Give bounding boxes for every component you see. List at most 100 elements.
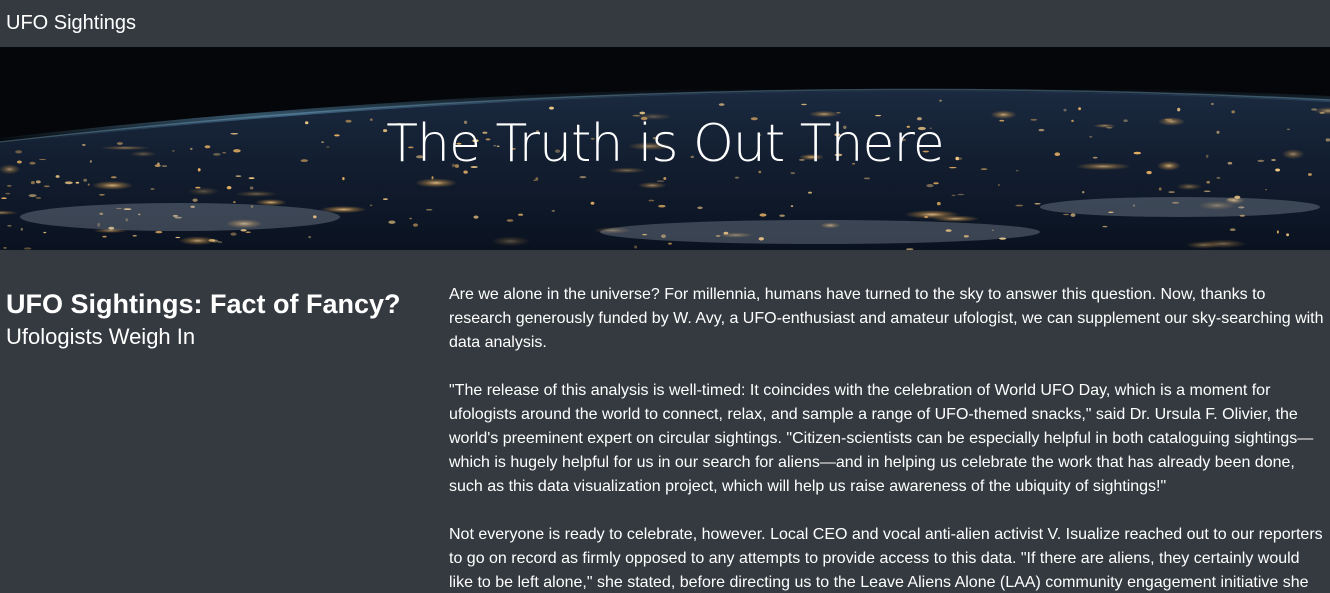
city-light	[255, 199, 287, 206]
city-light	[192, 198, 198, 202]
city-light	[233, 201, 236, 203]
city-light	[1276, 230, 1279, 234]
city-light	[83, 178, 88, 182]
city-light	[637, 182, 667, 189]
city-light	[28, 194, 37, 198]
city-light	[23, 247, 32, 250]
city-light	[388, 220, 396, 224]
city-light	[951, 194, 956, 197]
city-light	[936, 201, 941, 206]
navbar: UFO Sightings	[0, 0, 1330, 47]
city-light	[801, 103, 807, 106]
city-light	[779, 214, 785, 217]
city-light	[1199, 239, 1247, 248]
city-light	[1, 197, 7, 199]
city-light	[187, 187, 220, 196]
city-light	[1063, 108, 1067, 112]
city-light	[175, 236, 181, 239]
city-light	[110, 176, 117, 179]
city-light	[939, 99, 942, 102]
article-header: UFO Sightings: Fact of Fancy? Ufologists…	[0, 283, 449, 593]
article-body: Are we alone in the universe? For millen…	[449, 283, 1324, 593]
city-light	[549, 106, 554, 110]
city-light	[308, 235, 312, 239]
city-light	[43, 231, 47, 234]
city-light	[132, 234, 137, 237]
city-light	[697, 206, 703, 210]
city-light	[230, 232, 237, 236]
city-light	[506, 219, 514, 222]
city-light	[235, 175, 242, 177]
city-light	[248, 177, 255, 180]
city-light	[1286, 233, 1290, 237]
city-light	[35, 180, 41, 184]
city-light	[249, 186, 254, 190]
city-light	[926, 184, 934, 188]
city-light	[217, 241, 223, 243]
city-light	[20, 227, 23, 231]
article-paragraph: Are we alone in the universe? For millen…	[449, 286, 1324, 351]
city-light	[409, 217, 412, 220]
city-light	[590, 201, 595, 205]
city-light	[579, 176, 587, 179]
city-light	[1177, 107, 1181, 112]
city-light	[1070, 213, 1076, 217]
city-light	[75, 181, 80, 184]
city-light	[7, 224, 12, 227]
city-light	[382, 198, 388, 201]
city-light	[5, 192, 11, 195]
city-light	[535, 177, 539, 181]
city-light	[35, 197, 42, 199]
city-light	[1311, 108, 1318, 111]
city-light	[658, 204, 666, 208]
city-light	[1265, 189, 1268, 191]
city-light	[931, 215, 980, 222]
city-light	[3, 247, 7, 249]
city-light	[790, 205, 794, 208]
city-light	[551, 209, 555, 212]
city-light	[1229, 228, 1236, 231]
city-light	[1082, 191, 1085, 194]
city-light	[1078, 107, 1081, 111]
city-light	[997, 184, 1001, 186]
city-light	[178, 236, 217, 246]
city-light	[234, 190, 278, 197]
article-subheading: Ufologists Weigh In	[6, 324, 196, 349]
city-light	[7, 185, 12, 187]
city-light	[425, 209, 433, 211]
city-light	[634, 245, 637, 249]
hero-banner: The Truth is Out There	[0, 47, 1330, 250]
city-light	[98, 194, 105, 196]
city-light	[663, 177, 667, 180]
city-light	[1211, 102, 1214, 106]
city-light	[1203, 190, 1211, 193]
article-heading: UFO Sightings: Fact of Fancy?	[6, 289, 401, 319]
city-light	[1063, 213, 1070, 216]
city-light	[491, 236, 531, 246]
city-light	[342, 177, 345, 181]
city-light	[413, 223, 418, 227]
city-light	[808, 191, 812, 194]
city-light	[30, 181, 35, 185]
hero-title: The Truth is Out There	[386, 114, 944, 174]
main-content: UFO Sightings: Fact of Fancy? Ufologists…	[0, 250, 1330, 593]
city-light	[369, 204, 373, 207]
city-light	[759, 213, 767, 217]
city-light	[150, 188, 155, 190]
city-light	[668, 242, 672, 245]
article-paragraph: Not everyone is ready to celebrate, howe…	[449, 526, 1323, 591]
city-light	[91, 181, 133, 190]
city-light	[1034, 203, 1041, 205]
city-light	[1206, 180, 1210, 184]
city-light	[924, 215, 928, 219]
city-light	[863, 177, 871, 180]
brand-link[interactable]: UFO Sightings	[6, 12, 136, 35]
city-light	[1176, 183, 1203, 191]
article-paragraph: "The release of this analysis is well-ti…	[449, 382, 1314, 495]
city-light	[957, 193, 965, 196]
city-light	[102, 235, 107, 238]
city-light	[1158, 187, 1162, 191]
city-light	[1015, 204, 1024, 207]
city-light	[1102, 225, 1108, 228]
city-light	[43, 185, 50, 188]
